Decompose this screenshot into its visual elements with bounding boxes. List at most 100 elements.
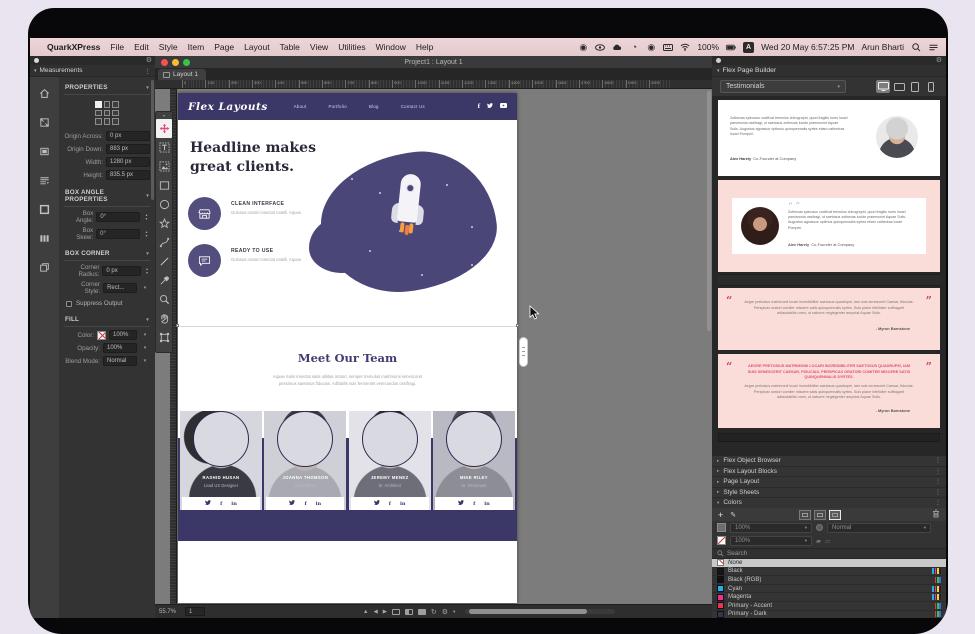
section-box-angle[interactable]: BOX ANGLE PROPERTIES▾ <box>64 186 150 207</box>
section-properties[interactable]: PROPERTIES▾ <box>64 81 150 95</box>
shade-swatch[interactable] <box>717 523 726 532</box>
view-split-icon[interactable] <box>405 609 413 615</box>
stepper-control[interactable]: ▴▾ <box>143 229 150 239</box>
page-layout-tool[interactable] <box>156 328 172 347</box>
panel-section-row[interactable]: ▸ Flex Object Browser ⋮ <box>712 456 946 467</box>
collapse-triangle-icon[interactable]: ▾ <box>34 68 37 74</box>
menu-bar-clock[interactable]: Wed 20 May 6:57:25 PM <box>761 42 854 52</box>
record-icon[interactable]: ◉ <box>578 42 588 52</box>
section-menu-icon[interactable]: ⋮ <box>935 468 941 475</box>
corner-style-select[interactable]: Rect... <box>103 283 137 293</box>
menu-item[interactable]: Utilities <box>338 42 365 52</box>
color-search-input[interactable] <box>727 550 907 557</box>
eye-icon[interactable] <box>595 42 605 52</box>
menu-item[interactable]: Style <box>159 42 178 52</box>
section-menu-icon[interactable]: ⋮ <box>935 499 941 506</box>
bezier-pen-tool[interactable] <box>156 233 172 252</box>
chevron-down-icon[interactable]: ▾ <box>140 283 150 293</box>
menu-item[interactable]: Window <box>376 42 406 52</box>
menu-item[interactable]: Table <box>280 42 300 52</box>
box-tab-icon[interactable] <box>35 142 55 160</box>
window-title-bar[interactable]: Project1 : Layout 1 <box>155 56 712 68</box>
color-swatch-row[interactable]: Black <box>712 568 946 577</box>
zoom-level[interactable]: 55.7% <box>159 609 185 615</box>
item-move-tool[interactable] <box>156 119 172 138</box>
fill-shade-select[interactable]: 100% <box>109 330 137 340</box>
zoom-tool[interactable] <box>156 290 172 309</box>
section-fill[interactable]: FILL▾ <box>64 313 150 327</box>
fill-color-none-swatch[interactable] <box>97 331 106 340</box>
color-swatch-row[interactable]: Magenta <box>712 593 946 602</box>
selection-handle[interactable] <box>516 324 519 327</box>
paragraph-tab-icon[interactable] <box>35 171 55 189</box>
control-center-icon[interactable] <box>928 42 938 52</box>
menu-item[interactable]: View <box>310 42 328 52</box>
oval-box-tool[interactable] <box>156 195 172 214</box>
tool-palette-grip[interactable]: ▾ <box>156 113 172 118</box>
palette-title-row[interactable]: ▾ Measurements ⋮ <box>30 65 155 77</box>
field-input[interactable]: 0° <box>96 229 140 239</box>
chevron-down-icon[interactable]: ▾ <box>453 609 455 615</box>
page-number-field[interactable]: 1 <box>185 607 205 616</box>
stepper-control[interactable]: ▴▾ <box>144 266 150 276</box>
menu-item[interactable]: Edit <box>134 42 149 52</box>
frame-target-button[interactable] <box>829 510 841 520</box>
palette-close-button[interactable] <box>716 58 721 63</box>
opacity-select[interactable]: 100% <box>103 343 137 353</box>
testimonial-block-2[interactable]: “ ” Zothecas spinosus vocificat tremulus… <box>718 180 940 272</box>
transform-tab-icon[interactable] <box>35 113 55 131</box>
palette-gear-icon[interactable]: ⚙ <box>146 56 152 64</box>
menu-item[interactable]: Page <box>214 42 234 52</box>
line-tool[interactable] <box>156 252 172 271</box>
stepper-control[interactable]: ▴▾ <box>143 212 150 222</box>
color-swatch-row[interactable]: None <box>712 559 946 568</box>
shade-select[interactable]: 100%▾ <box>730 523 812 533</box>
field-input[interactable]: 0° <box>96 212 140 222</box>
section-box-corner[interactable]: BOX CORNER▾ <box>64 247 150 261</box>
palette-close-button[interactable] <box>34 58 39 63</box>
refresh-icon[interactable]: ↻ <box>431 608 437 616</box>
panel-section-row[interactable]: ▸ Page Layout ⋮ <box>712 477 946 488</box>
columns-tab-icon[interactable] <box>35 229 55 247</box>
field-input[interactable]: 1280 px <box>106 157 150 167</box>
desktop-preview-button[interactable] <box>876 80 890 93</box>
chevron-down-icon[interactable]: ▾ <box>140 343 150 353</box>
chevron-down-icon[interactable]: ▾ <box>140 356 150 366</box>
spotlight-search-icon[interactable] <box>911 42 921 52</box>
gradient-alt-icon[interactable]: ▱ <box>825 537 830 545</box>
tint-swatch[interactable] <box>717 536 726 545</box>
gradient-icon[interactable]: ▰ <box>816 537 821 545</box>
delete-color-button[interactable] <box>932 509 940 520</box>
panel-section-row[interactable]: ▸ Flex Layout Blocks ⋮ <box>712 467 946 478</box>
opacity-target-icon[interactable] <box>816 524 823 531</box>
chevron-down-icon[interactable]: ▾ <box>140 330 150 340</box>
rectangle-box-tool[interactable] <box>156 176 172 195</box>
tab-layout-1[interactable]: Layout 1 <box>158 69 206 80</box>
page-scroll-indicator[interactable] <box>519 337 528 367</box>
menu-item[interactable]: Item <box>188 42 205 52</box>
text-target-button[interactable] <box>814 510 826 520</box>
color-swatch-row[interactable]: Primary - Accent <box>712 602 946 611</box>
palette-menu-icon[interactable]: ⋮ <box>145 67 152 75</box>
app-menu[interactable]: QuarkXPress <box>47 42 100 52</box>
preview-settings-icon[interactable]: ⚙ <box>442 608 448 616</box>
section-menu-icon[interactable]: ⋮ <box>935 457 941 464</box>
add-color-button[interactable]: + <box>718 510 723 520</box>
canvas-vertical-scrollbar[interactable] <box>707 91 711 331</box>
testimonial-block-4[interactable]: “ ” AEGRE PRETOSIUS MATRIMONII LOCARI IN… <box>718 354 940 428</box>
field-input[interactable]: 835.5 px <box>106 170 150 180</box>
builder-title-row[interactable]: ▾ Flex Page Builder <box>712 65 946 77</box>
tint-select[interactable]: 100%▾ <box>730 536 812 546</box>
pan-hand-tool[interactable] <box>156 309 172 328</box>
text-content-tool[interactable] <box>156 138 172 157</box>
browser-icon[interactable]: ◔ <box>629 42 639 52</box>
menu-item[interactable]: Layout <box>244 42 270 52</box>
design-page[interactable]: Flex Layouts AboutPortfolioBlogContact U… <box>178 93 517 603</box>
keyboard-icon[interactable] <box>663 42 673 52</box>
eyedropper-tool[interactable] <box>156 271 172 290</box>
picture-content-tool[interactable] <box>156 157 172 176</box>
menu-item[interactable]: File <box>110 42 124 52</box>
star-box-tool[interactable] <box>156 214 172 233</box>
layers-tab-icon[interactable] <box>35 258 55 276</box>
blend-mode-select[interactable]: Normal▾ <box>827 523 931 533</box>
